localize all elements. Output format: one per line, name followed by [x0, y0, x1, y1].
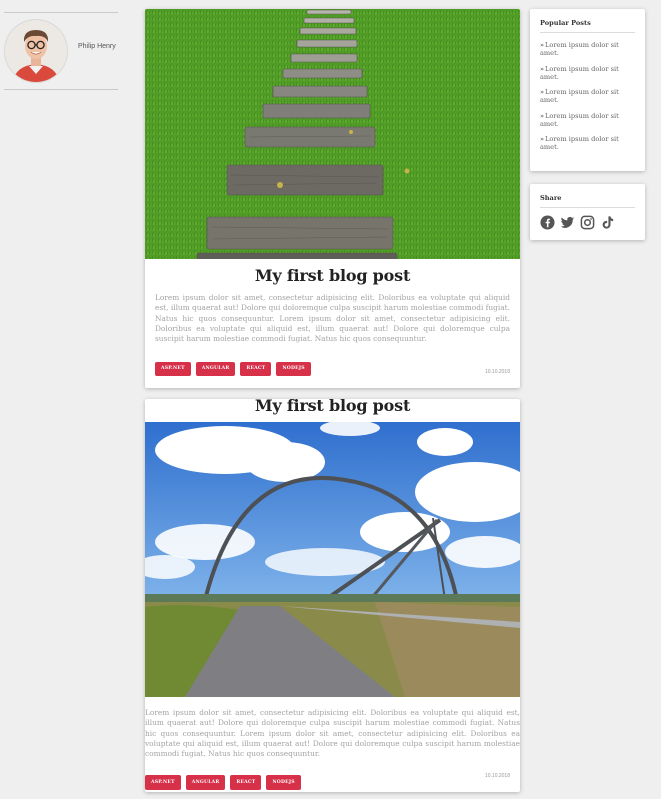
popular-post-link[interactable]: »Lorem ipsum dolor sit amet. — [540, 135, 632, 159]
chevron-double-right-icon: » — [540, 64, 545, 73]
popular-post-link[interactable]: »Lorem ipsum dolor sit amet. — [540, 41, 632, 65]
post-excerpt: Lorem ipsum dolor sit amet, consectetur … — [145, 708, 520, 759]
popular-post-link[interactable]: »Lorem ipsum dolor sit amet. — [540, 65, 632, 89]
popular-post-link[interactable]: »Lorem ipsum dolor sit amet. — [540, 88, 632, 112]
tag-angular[interactable]: ANGULAR — [195, 362, 236, 376]
tag-angular[interactable]: ANGULAR — [185, 775, 226, 790]
tag-react[interactable]: REACT — [240, 362, 272, 376]
post-date: 10.10.2018 — [484, 369, 510, 375]
instagram-icon[interactable] — [580, 215, 595, 230]
tag-react[interactable]: REACT — [230, 775, 262, 790]
post-title[interactable]: My first blog post — [145, 399, 520, 415]
blog-post-card: My first blog post Lorem ipsum dolor sit… — [145, 9, 520, 388]
popular-posts-list: »Lorem ipsum dolor sit amet. »Lorem ipsu… — [540, 41, 632, 159]
chevron-double-right-icon: » — [540, 41, 545, 49]
avatar[interactable] — [4, 19, 68, 83]
post-tags: ASP.NET ANGULAR REACT NODEJS — [155, 362, 311, 376]
profile-panel: Philip Henry — [4, 12, 118, 90]
blog-post-card: My first blog post Lorem ipsum dolor sit… — [145, 399, 520, 792]
tag-nodejs[interactable]: NODEJS — [276, 362, 311, 376]
twitter-icon[interactable] — [560, 215, 575, 230]
popular-posts-widget: Popular Posts »Lorem ipsum dolor sit ame… — [530, 9, 645, 171]
chevron-double-right-icon: » — [540, 88, 545, 96]
post-excerpt: Lorem ipsum dolor sit amet, consectetur … — [155, 293, 510, 344]
post-date: 10.10.2018 — [484, 773, 510, 779]
share-title: Share — [540, 194, 562, 202]
tag-nodejs[interactable]: NODEJS — [266, 775, 301, 790]
post-tags: ASP.NET ANGULAR REACT NODEJS — [145, 775, 301, 790]
popular-posts-title: Popular Posts — [540, 19, 591, 27]
chevron-double-right-icon: » — [540, 111, 545, 120]
tag-aspnet[interactable]: ASP.NET — [145, 775, 181, 790]
tag-aspnet[interactable]: ASP.NET — [155, 362, 191, 376]
divider — [540, 32, 635, 33]
divider — [540, 207, 635, 208]
post-image-arch-sculpture — [145, 422, 520, 697]
tiktok-icon[interactable] — [600, 215, 615, 230]
facebook-icon[interactable] — [540, 215, 555, 230]
post-image-stone-path — [145, 9, 520, 259]
profile-name: Philip Henry — [78, 43, 116, 50]
post-title[interactable]: My first blog post — [145, 266, 520, 285]
chevron-double-right-icon: » — [540, 135, 545, 143]
popular-post-link[interactable]: »Lorem ipsum dolor sit amet. — [540, 112, 632, 136]
social-links — [540, 215, 615, 230]
share-widget: Share — [530, 184, 645, 240]
